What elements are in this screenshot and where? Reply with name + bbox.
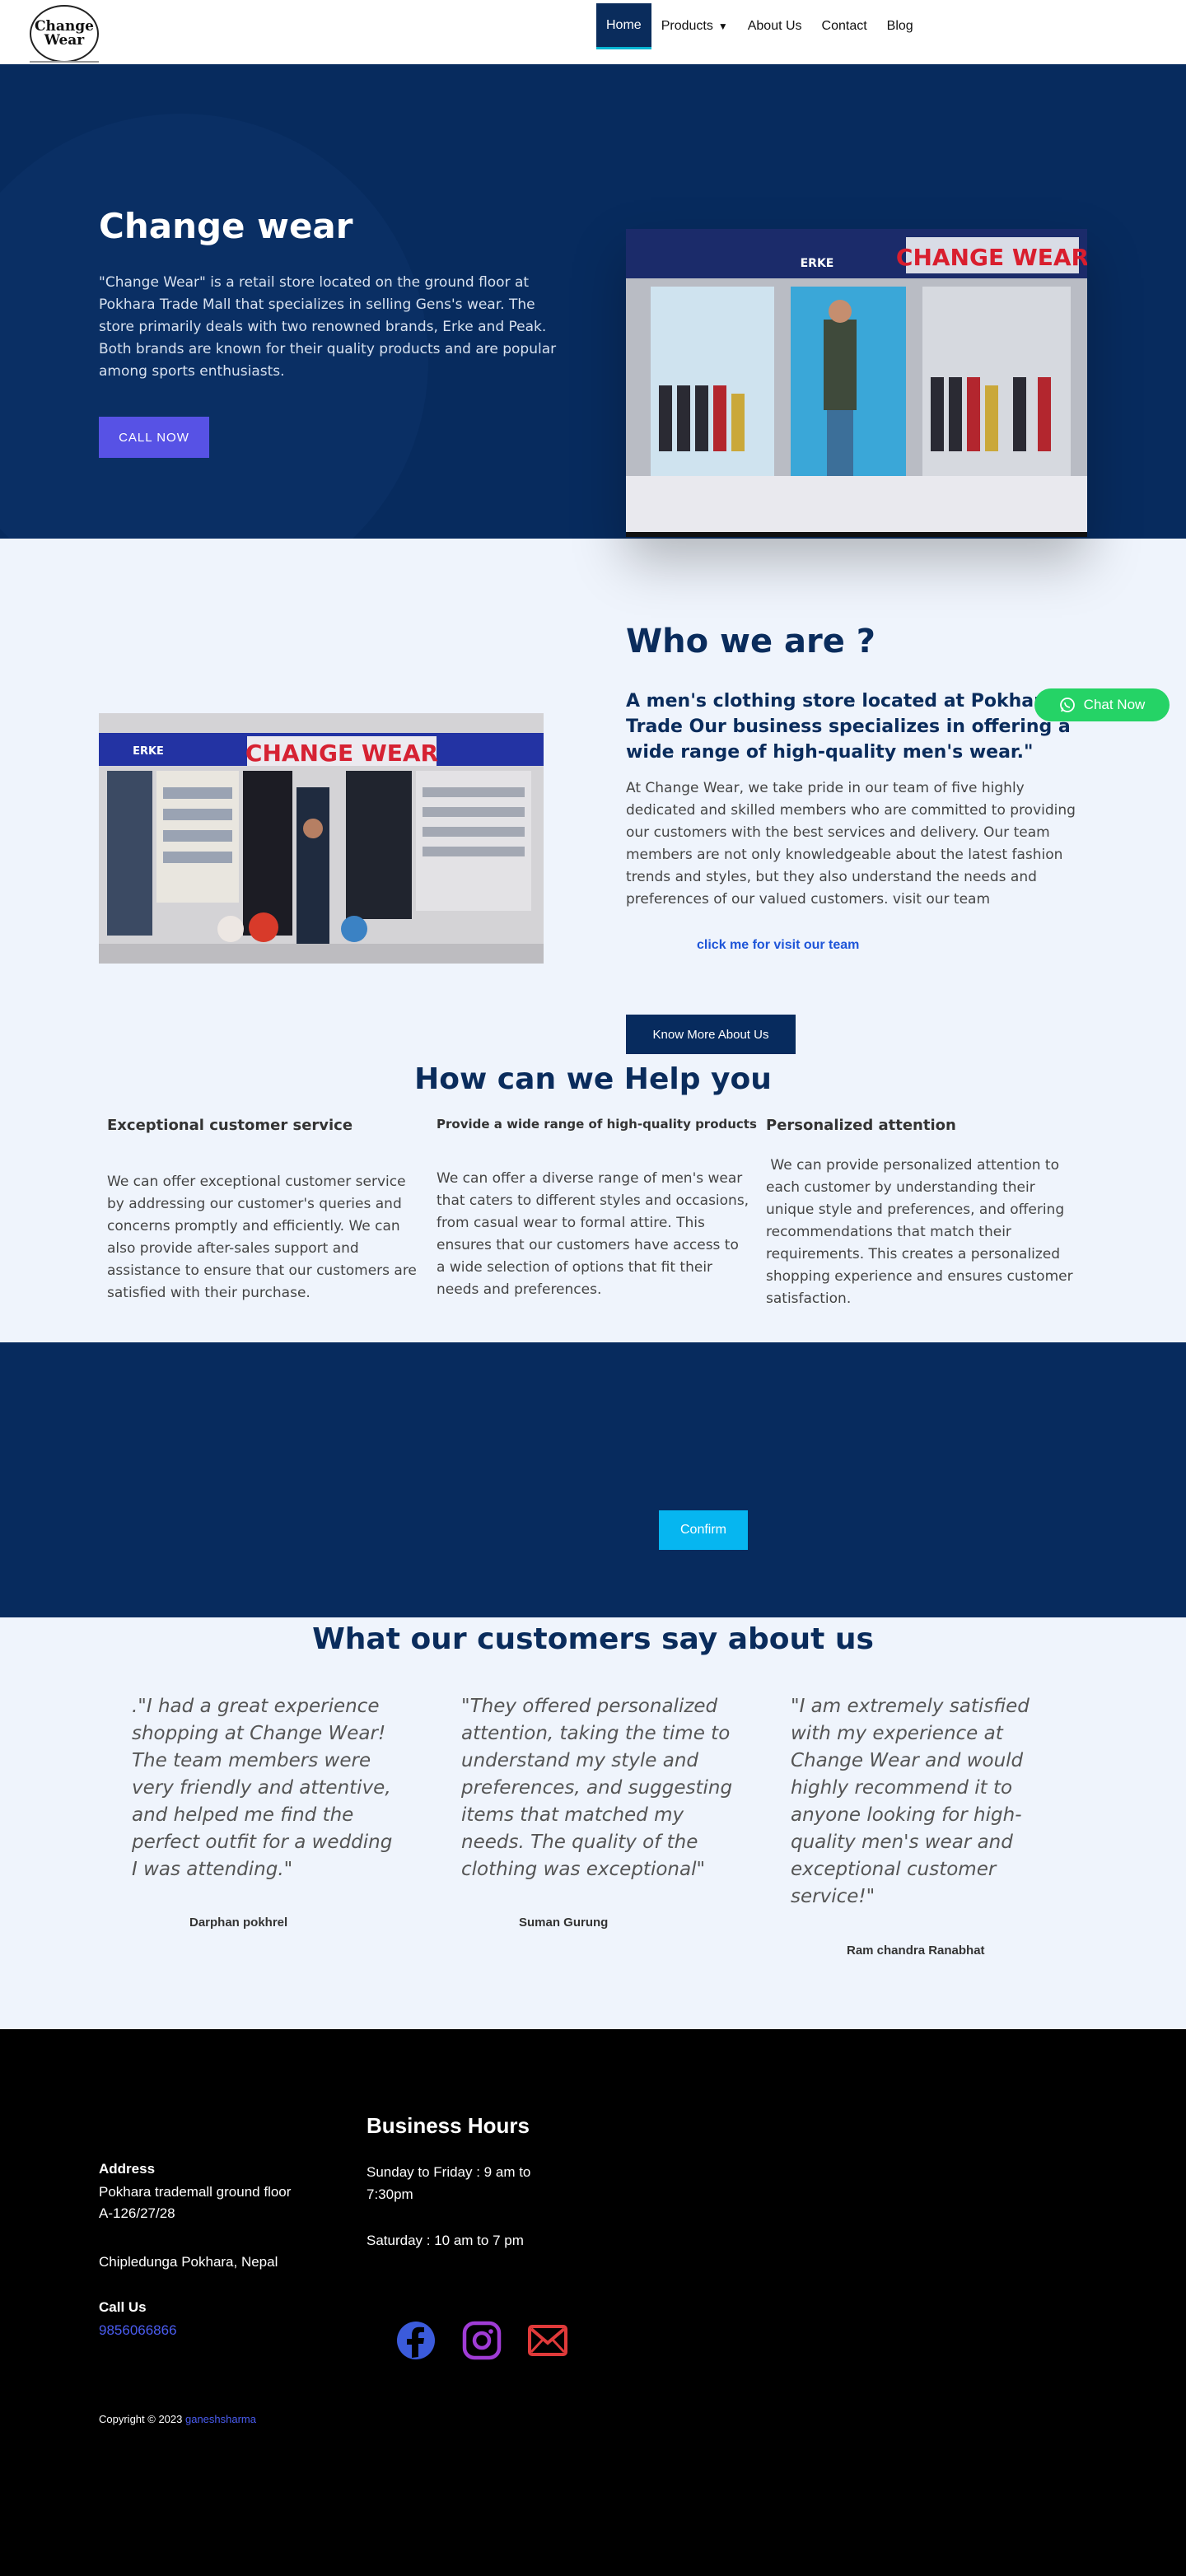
hero-description: "Change Wear" is a retail store located … xyxy=(99,274,557,380)
logo-underline xyxy=(30,61,99,63)
address-line2: A-126/27/28 xyxy=(99,2205,175,2221)
testimonial-author: Ram chandra Ranabhat xyxy=(847,1944,985,1958)
whatsapp-icon xyxy=(1059,698,1075,712)
copyright-text: Copyright © 2023 xyxy=(99,2413,183,2425)
store-interior-photo: CHANGE WEAR ERKE xyxy=(99,713,544,964)
nav-contact[interactable]: Contact xyxy=(812,3,877,49)
interior-sign-text: CHANGE WEAR xyxy=(245,740,438,767)
chevron-down-icon: ▼ xyxy=(717,21,728,32)
products-text: We can offer a diverse range of men's we… xyxy=(437,1170,749,1298)
products-title: Provide a wide range of high-quality pro… xyxy=(437,1117,757,1132)
call-now-button[interactable]: CALL NOW xyxy=(99,417,209,458)
nav-products-label: Products xyxy=(661,19,713,33)
service-title: Exceptional customer service xyxy=(107,1117,353,1134)
testimonial-quote: ."I had a great experience shopping at C… xyxy=(132,1696,393,1880)
testimonial-quote: "They offered personalized attention, ta… xyxy=(461,1696,733,1880)
nav-blog[interactable]: Blog xyxy=(877,3,923,49)
nav-products[interactable]: Products ▼ xyxy=(651,3,738,49)
nav-about-us[interactable]: About Us xyxy=(738,3,812,49)
main-nav: Home Products ▼ About Us Contact Blog xyxy=(596,3,923,49)
store-interior-illustration: CHANGE WEAR ERKE xyxy=(99,713,544,964)
facebook-icon[interactable] xyxy=(396,2321,436,2360)
phone-link[interactable]: 9856066866 xyxy=(99,2322,177,2339)
service-text: We can offer exceptional customer servic… xyxy=(107,1174,417,1301)
copyright: Copyright © 2023 ganeshsharma xyxy=(99,2413,256,2425)
address-line3: Chipledunga Pokhara, Nepal xyxy=(99,2254,278,2270)
address-line1: Pokhara trademall ground floor xyxy=(99,2184,292,2200)
testimonials-title: What our customers say about us xyxy=(312,1622,874,1656)
store-front-photo: CHANGE WEAR ERKE xyxy=(626,229,1087,537)
hours-weekdays: Sunday to Friday : 9 am to 7:30pm xyxy=(367,2164,531,2202)
attention-text: We can provide personalized attention to… xyxy=(766,1157,1077,1307)
testimonial-author: Suman Gurung xyxy=(519,1916,609,1930)
testimonial-author: Darphan pokhrel xyxy=(189,1916,288,1930)
confirm-band xyxy=(0,1342,1186,1617)
store-front-illustration: CHANGE WEAR ERKE xyxy=(626,229,1087,537)
address-label: Address xyxy=(99,2161,156,2177)
hero-title: Change wear xyxy=(99,206,353,246)
about-description: At Change Wear, we take pride in our tea… xyxy=(626,780,1076,908)
know-more-button[interactable]: Know More About Us xyxy=(626,1015,796,1054)
about-subtitle: A men's clothing store located at Pokhar… xyxy=(626,691,1071,763)
attention-title: Personalized attention xyxy=(766,1117,956,1134)
confirm-button[interactable]: Confirm xyxy=(659,1510,748,1550)
testimonial-quote: "I am extremely satisfied with my experi… xyxy=(791,1696,1030,1907)
visit-team-link[interactable]: click me for visit our team xyxy=(697,938,859,953)
copyright-author-link[interactable]: ganeshsharma xyxy=(185,2413,256,2425)
nav-home[interactable]: Home xyxy=(596,3,651,49)
site-footer xyxy=(0,2029,1186,2576)
hours-saturday: Saturday : 10 am to 7 pm xyxy=(367,2233,524,2248)
email-icon[interactable] xyxy=(528,2321,567,2360)
chat-now-button[interactable]: Chat Now xyxy=(1034,688,1170,721)
about-title: Who we are ? xyxy=(626,623,875,660)
store-sign-text: CHANGE WEAR xyxy=(896,244,1087,271)
chat-now-label: Chat Now xyxy=(1083,697,1146,712)
call-label: Call Us xyxy=(99,2299,147,2315)
site-header: Change Wear Home Products ▼ About Us Cont… xyxy=(0,0,1186,64)
instagram-icon[interactable] xyxy=(462,2321,502,2360)
logo-text-line2: Wear xyxy=(44,32,85,49)
business-hours-title: Business Hours xyxy=(367,2113,530,2138)
help-section-title: How can we Help you xyxy=(414,1062,772,1096)
brand-logo[interactable]: Change Wear xyxy=(30,5,99,63)
brand-sign-text: ERKE xyxy=(801,257,834,270)
interior-brand-text: ERKE xyxy=(133,745,164,758)
